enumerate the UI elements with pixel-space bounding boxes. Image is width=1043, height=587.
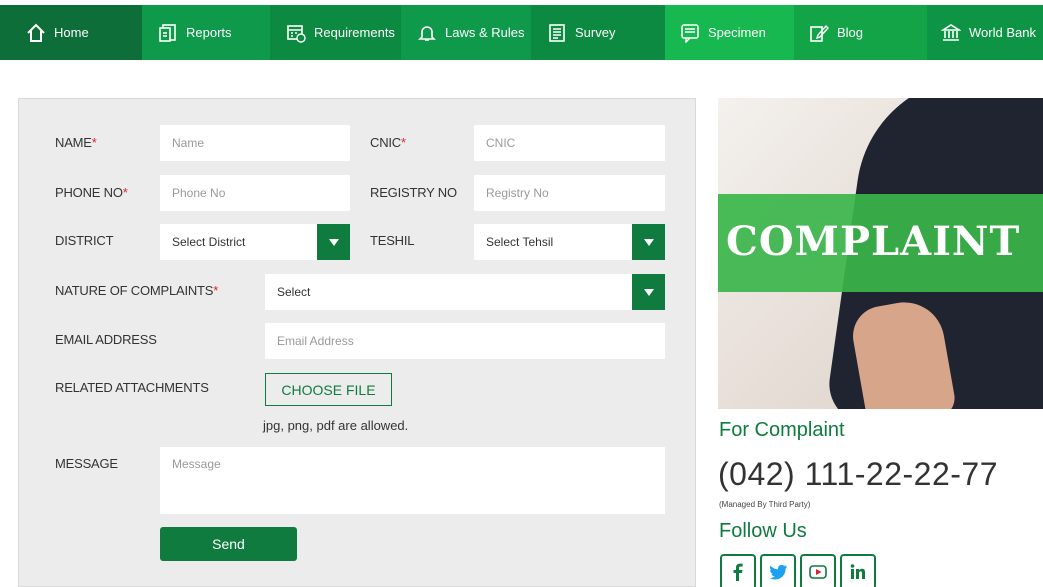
nature-value: Select <box>277 285 311 299</box>
follow-us-heading: Follow Us <box>719 520 807 542</box>
nav-label: Home <box>54 25 89 40</box>
nav-label: Blog <box>837 25 864 40</box>
name-input[interactable]: Name <box>160 125 350 161</box>
survey-icon <box>547 23 567 43</box>
tehsil-select[interactable]: Select Tehsil <box>474 224 665 260</box>
nav-laws-rules[interactable]: Laws & Rules <box>401 5 531 60</box>
chevron-down-icon[interactable] <box>632 274 665 310</box>
banner-word: COMPLAINT <box>726 218 1021 265</box>
choose-file-button[interactable]: CHOOSE FILE <box>265 373 392 406</box>
name-label: NAME* <box>55 135 97 150</box>
message-label: MESSAGE <box>55 456 118 471</box>
registry-label: REGISTRY NO <box>370 185 457 200</box>
attachments-hint: jpg, png, pdf are allowed. <box>263 418 409 433</box>
phone-input[interactable]: Phone No <box>160 175 350 211</box>
reports-icon <box>158 23 178 43</box>
registry-input[interactable]: Registry No <box>474 175 665 211</box>
nav-label: World Bank <box>969 25 1036 40</box>
linkedin-icon[interactable] <box>840 554 876 587</box>
nav-label: Specimen <box>708 25 766 40</box>
main-nav: Home Reports Requirements Laws & Rules S… <box>0 5 1043 60</box>
tehsil-label: TESHIL <box>370 233 415 248</box>
nav-survey[interactable]: Survey <box>531 5 665 60</box>
managed-note: (Managed By Third Party) <box>719 500 811 509</box>
nav-blog[interactable]: Blog <box>794 5 927 60</box>
bank-icon <box>941 23 961 43</box>
blog-icon <box>809 23 829 43</box>
email-label: EMAIL ADDRESS <box>55 332 157 347</box>
chevron-down-icon[interactable] <box>632 224 665 260</box>
message-textarea[interactable]: Message <box>160 447 665 514</box>
twitter-icon[interactable] <box>760 554 796 587</box>
nature-select[interactable]: Select <box>265 274 665 310</box>
district-label: DISTRICT <box>55 233 114 248</box>
tehsil-value: Select Tehsil <box>486 235 554 249</box>
cnic-label: CNIC* <box>370 135 406 150</box>
district-select[interactable]: Select District <box>160 224 350 260</box>
district-value: Select District <box>172 235 246 249</box>
nav-home[interactable]: Home <box>0 5 142 60</box>
nav-reports[interactable]: Reports <box>142 5 270 60</box>
attachments-label: RELATED ATTACHMENTS <box>55 380 209 395</box>
social-links <box>720 554 876 587</box>
phone-label: PHONE NO* <box>55 185 128 200</box>
send-button[interactable]: Send <box>160 527 297 561</box>
complaint-banner: COMPLAINT <box>718 98 1043 409</box>
nav-requirements[interactable]: Requirements <box>270 5 401 60</box>
bell-icon <box>417 23 437 43</box>
for-complaint-heading: For Complaint <box>719 419 845 441</box>
email-input[interactable]: Email Address <box>265 323 665 359</box>
youtube-icon[interactable] <box>800 554 836 587</box>
nature-label: NATURE OF COMPLAINTS* <box>55 283 219 298</box>
requirements-icon <box>286 23 306 43</box>
home-icon <box>26 23 46 43</box>
complaint-form: NAME* Name CNIC* CNIC PHONE NO* Phone No… <box>18 98 696 587</box>
facebook-icon[interactable] <box>720 554 756 587</box>
nav-specimen[interactable]: Specimen <box>665 5 794 60</box>
nav-world-bank[interactable]: World Bank <box>927 5 1043 60</box>
nav-label: Reports <box>186 25 232 40</box>
complaint-phone[interactable]: (042) 111-22-22-77 <box>718 456 998 493</box>
chevron-down-icon[interactable] <box>317 224 350 260</box>
nav-label: Laws & Rules <box>445 25 525 40</box>
specimen-icon <box>680 23 700 43</box>
nav-label: Survey <box>575 25 616 40</box>
nav-label: Requirements <box>314 25 395 40</box>
cnic-input[interactable]: CNIC <box>474 125 665 161</box>
